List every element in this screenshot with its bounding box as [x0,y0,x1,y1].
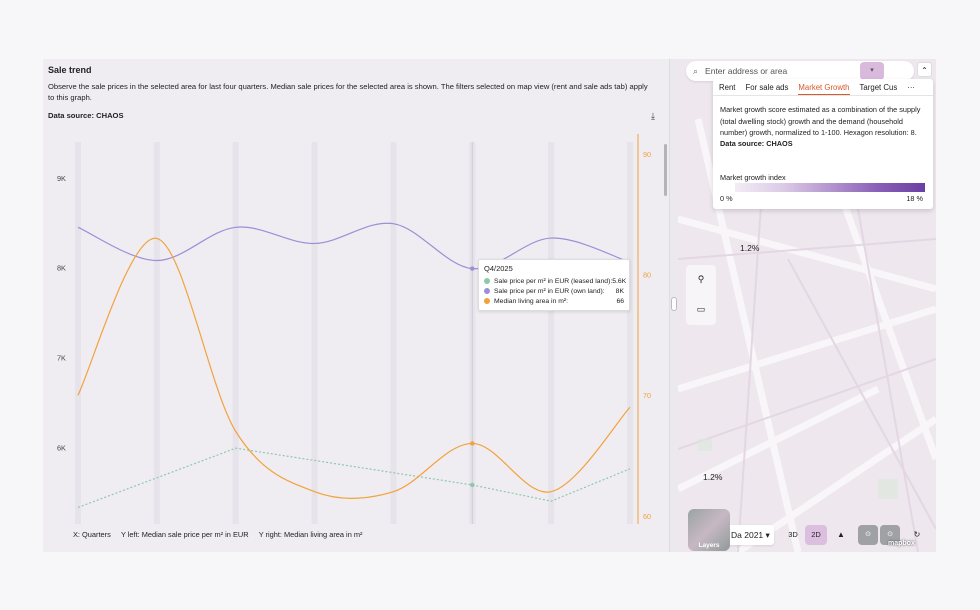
index-gradient-legend [735,183,925,192]
ruler-icon[interactable]: ▭ [686,295,716,325]
y-left-axis-legend: Y left: Median sale price per m² in EUR [120,530,249,539]
search-icon: ⌕ [693,65,699,76]
tab-market-growth[interactable]: Market Growth [798,79,850,95]
highlight-point [470,482,475,488]
tooltip-value: 5.6K [612,277,627,285]
year-value: 2021 [744,530,764,540]
highlight-point [470,441,475,446]
layers-button[interactable]: Layers [688,509,730,551]
search-dropdown-button[interactable]: ▾ [860,62,884,80]
address-search[interactable]: ⌕ Enter address or area ▾ [686,61,914,81]
highlight-point [470,266,475,271]
map-tools: ⚲ ▭ [686,265,716,325]
zoom-in-button[interactable]: ⊙ [858,525,878,545]
sale-trend-chart: 5K6K7K8K9K60708090Q3/2024Q4/2024Q1/2025Q… [57,134,651,524]
y-right-tick-label: 90 [643,150,651,159]
tooltip-value: 8K [615,287,624,295]
north-arrow-icon[interactable]: ▲ [834,525,848,545]
index-title: Market growth index [720,173,786,182]
tooltip-label: Sale price per m² in EUR (leased land): [494,277,613,285]
map-info-panel: Rent For sale ads Market Growth Target C… [713,79,933,209]
map-data-source: Data source: CHAOS [720,138,793,148]
data-source: Data source: CHAOS [48,111,124,120]
sale-trend-panel: Sale trend Observe the sale prices in th… [43,59,669,552]
tooltip-row: Median living area in m²: 66 [484,296,624,306]
tooltip-row: Sale price per m² in EUR (own land): 8K [484,286,624,296]
tooltip-label: Median living area in m²: [494,297,569,305]
layers-label: Layers [698,542,720,549]
panel-scrollbar[interactable] [664,144,667,196]
view-3d-button[interactable]: 3D [783,525,803,545]
legend-dot-icon [484,278,490,284]
axis-legend: X: Quarters Y left: Median sale price pe… [73,530,362,539]
mapbox-attribution: mapbox [888,540,915,547]
tab-for-sale-ads[interactable]: For sale ads [745,79,788,95]
market-growth-description: Market growth score estimated as a combi… [720,105,921,137]
collapse-panel-button[interactable]: ⌃ [917,62,932,77]
download-icon[interactable]: ⤓ [651,111,655,122]
split-divider[interactable] [669,59,678,552]
map-tabs: Rent For sale ads Market Growth Target C… [713,79,933,96]
hexagon-value-label: 1.2% [740,243,760,253]
panel-title: Sale trend [48,65,92,75]
chart-tooltip: Q4/2025 Sale price per m² in EUR (leased… [478,259,630,311]
year-prefix: Da [731,530,742,540]
y-left-tick-label: 8K [57,264,66,273]
y-left-tick-label: 9K [57,174,66,183]
tab-rent[interactable]: Rent [719,79,735,95]
tab-more-icon[interactable]: ··· [907,79,915,95]
tooltip-value: 66 [616,297,624,305]
y-right-tick-label: 70 [643,391,651,400]
search-input[interactable]: Enter address or area [705,66,787,76]
tooltip-label: Sale price per m² in EUR (own land): [494,287,605,295]
index-max: 18 % [906,194,923,203]
y-left-tick-label: 6K [57,443,66,452]
tab-target-customers[interactable]: Target Cus [860,79,898,95]
view-2d-button[interactable]: 2D [805,525,827,545]
legend-dot-icon [484,288,490,294]
index-min: 0 % [720,194,733,203]
hexagon-value-label: 1.2% [703,472,723,482]
x-axis-legend: X: Quarters [73,530,111,539]
y-left-tick-label: 7K [57,353,66,362]
app-frame: Sale trend Observe the sale prices in th… [43,59,936,552]
map-view[interactable]: ⌕ Enter address or area ▾ ⌃ Rent For sal… [678,59,936,552]
legend-dot-icon [484,298,490,304]
year-select[interactable]: Da 2021 ▾ [726,525,774,545]
tooltip-title: Q4/2025 [484,264,513,273]
drag-handle-icon[interactable] [671,297,677,311]
tooltip-row: Sale price per m² in EUR (leased land): 5… [484,276,627,286]
y-right-tick-label: 80 [643,271,651,280]
chevron-down-icon: ▾ [765,530,770,540]
y-right-tick-label: 60 [643,512,651,521]
pin-icon[interactable]: ⚲ [686,265,716,295]
y-right-axis-legend: Y right: Median living area in m² [258,530,363,539]
panel-description: Observe the sale prices in the selected … [48,82,648,103]
